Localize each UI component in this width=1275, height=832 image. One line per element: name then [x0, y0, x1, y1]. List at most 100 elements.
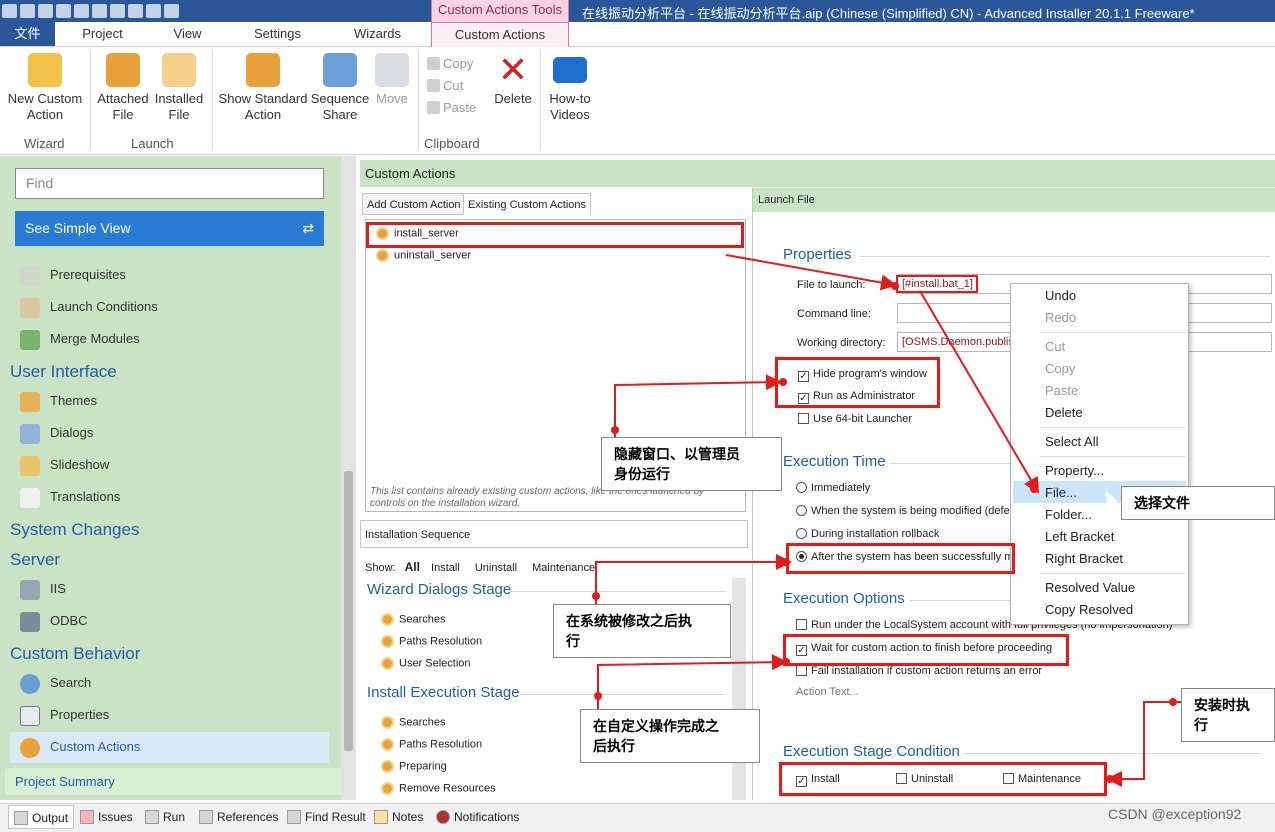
sidebar-item-search[interactable]: Search [20, 672, 91, 694]
save-icon[interactable] [20, 4, 35, 18]
open-icon[interactable] [74, 4, 89, 18]
filter-all[interactable]: All [405, 560, 420, 574]
delete-button[interactable]: ✕ Delete [490, 52, 536, 107]
radio-off[interactable] [796, 482, 807, 493]
list-item[interactable]: Searches [381, 613, 445, 626]
filter-maintenance[interactable]: Maintenance [532, 562, 595, 574]
list-item[interactable]: Remove Resources [381, 782, 496, 795]
menu-item-left-bracket[interactable]: Left Bracket [1045, 529, 1114, 544]
menu-item-undo[interactable]: Undo [1045, 288, 1076, 303]
see-simple-view-button[interactable]: See Simple View ⇄ [15, 211, 324, 246]
sidebar-scrollbar[interactable] [341, 156, 356, 800]
move-button[interactable]: Move [372, 53, 412, 107]
new-icon[interactable] [56, 4, 71, 18]
copy-button[interactable]: Copy [427, 56, 473, 71]
divider [510, 591, 725, 592]
tab-output[interactable]: Output [8, 805, 75, 829]
tab-references[interactable]: References [199, 805, 278, 829]
action-text-link[interactable]: Action Text... [796, 686, 859, 698]
list-item[interactable]: Preparing [381, 760, 447, 773]
menu-item-folder[interactable]: Folder... [1045, 507, 1092, 522]
project-summary-button[interactable]: Project Summary [5, 768, 351, 795]
sequence-scrollbar[interactable] [732, 578, 746, 800]
forward-icon[interactable] [128, 4, 143, 18]
installed-file-button[interactable]: Installed File [153, 53, 205, 123]
radio-label: During installation rollback [811, 528, 940, 540]
tab-custom-actions[interactable]: Custom Actions [431, 22, 569, 48]
menu-item-copy-resolved[interactable]: Copy Resolved [1045, 602, 1133, 617]
run-icon[interactable] [92, 4, 107, 18]
menu-item-resolved-value[interactable]: Resolved Value [1045, 580, 1135, 595]
build-icon[interactable] [38, 4, 53, 18]
immediately-radio[interactable]: Immediately [796, 482, 870, 494]
menu-item-delete[interactable]: Delete [1045, 405, 1083, 420]
use-64bit-launcher-checkbox[interactable]: Use 64-bit Launcher [798, 413, 912, 425]
tab-existing-custom-actions[interactable]: Existing Custom Actions [463, 193, 591, 215]
sidebar-section-system-changes[interactable]: System Changes [10, 520, 139, 540]
tab-view[interactable]: View [160, 22, 215, 46]
list-item[interactable]: Paths Resolution [381, 635, 482, 648]
attached-file-button[interactable]: Attached File [95, 53, 151, 123]
radio-off[interactable] [796, 505, 807, 516]
menu-item-redo[interactable]: Redo [1045, 310, 1076, 325]
howto-videos-button[interactable]: How-to Videos [544, 53, 596, 123]
back-icon[interactable] [110, 4, 125, 18]
sidebar-item-launch-conditions[interactable]: Launch Conditions [20, 296, 158, 318]
sidebar-item-custom-actions[interactable]: Custom Actions [20, 736, 140, 758]
list-item[interactable]: Paths Resolution [381, 738, 482, 751]
when-modified-radio[interactable]: When the system is being modified (defer [796, 505, 1013, 517]
chevron-down-icon[interactable] [164, 4, 179, 18]
tab-add-custom-action[interactable]: Add Custom Action [362, 193, 466, 215]
sidebar-item-prerequisites[interactable]: Prerequisites [20, 264, 126, 286]
show-standard-action-button[interactable]: Show Standard Action [216, 53, 310, 123]
list-item[interactable]: uninstall_server [376, 249, 471, 262]
sidebar-section-user-interface[interactable]: User Interface [10, 362, 117, 382]
sidebar-item-odbc[interactable]: ODBC [20, 610, 88, 632]
sidebar-item-dialogs[interactable]: Dialogs [20, 422, 93, 444]
during-rollback-radio[interactable]: During installation rollback [796, 528, 939, 540]
mail-icon[interactable] [146, 4, 161, 18]
sidebar-item-merge-modules[interactable]: Merge Modules [20, 328, 140, 350]
fail-install-checkbox[interactable]: Fail installation if custom action retur… [796, 665, 1042, 677]
action-name: uninstall_server [394, 249, 472, 262]
tab-file[interactable]: 文件 [0, 22, 55, 46]
tab-wizards[interactable]: Wizards [340, 22, 415, 46]
menu-item-select-all[interactable]: Select All [1045, 434, 1098, 449]
find-input[interactable]: Find [15, 168, 324, 199]
list-item[interactable]: Searches [381, 716, 445, 729]
menu-item-paste[interactable]: Paste [1045, 383, 1078, 398]
paste-button[interactable]: Paste [427, 100, 476, 115]
menu-item-copy[interactable]: Copy [1045, 361, 1075, 376]
sidebar-item-themes[interactable]: Themes [20, 390, 97, 412]
menu-item-property[interactable]: Property... [1045, 463, 1104, 478]
scrollbar-thumb[interactable] [344, 471, 353, 751]
tab-notes[interactable]: Notes [374, 805, 423, 829]
list-item[interactable]: User Selection [381, 657, 471, 670]
checkbox-unchecked[interactable] [796, 665, 807, 676]
tab-project[interactable]: Project [70, 22, 135, 46]
sidebar-item-slideshow[interactable]: Slideshow [20, 454, 109, 476]
sidebar-section-custom-behavior[interactable]: Custom Behavior [10, 644, 140, 664]
new-custom-action-button[interactable]: New Custom Action [6, 53, 84, 123]
tab-issues[interactable]: Issues [80, 805, 133, 829]
filter-install[interactable]: Install [431, 562, 460, 574]
sequence-share-button[interactable]: Sequence Share [310, 53, 370, 123]
tab-notifications[interactable]: Notifications [436, 805, 519, 829]
checkbox-unchecked[interactable] [796, 619, 807, 630]
show-label: Show: [365, 562, 396, 574]
sidebar-item-properties[interactable]: Properties [20, 704, 109, 726]
tab-run[interactable]: Run [145, 805, 185, 829]
cut-button[interactable]: Cut [427, 78, 463, 93]
menu-item-right-bracket[interactable]: Right Bracket [1045, 551, 1123, 566]
radio-off[interactable] [796, 528, 807, 539]
checkbox-unchecked[interactable] [798, 413, 809, 424]
tab-find-result[interactable]: Find Result [287, 805, 366, 829]
sidebar-section-server[interactable]: Server [10, 550, 60, 570]
quick-access-toolbar[interactable] [2, 0, 182, 21]
tab-settings[interactable]: Settings [240, 22, 315, 46]
sidebar-item-translations[interactable]: Translations [20, 486, 120, 508]
menu-item-cut[interactable]: Cut [1045, 339, 1065, 354]
sidebar-item-iis[interactable]: IIS [20, 578, 66, 600]
filter-uninstall[interactable]: Uninstall [475, 562, 517, 574]
menu-item-file[interactable]: File... [1045, 485, 1077, 500]
